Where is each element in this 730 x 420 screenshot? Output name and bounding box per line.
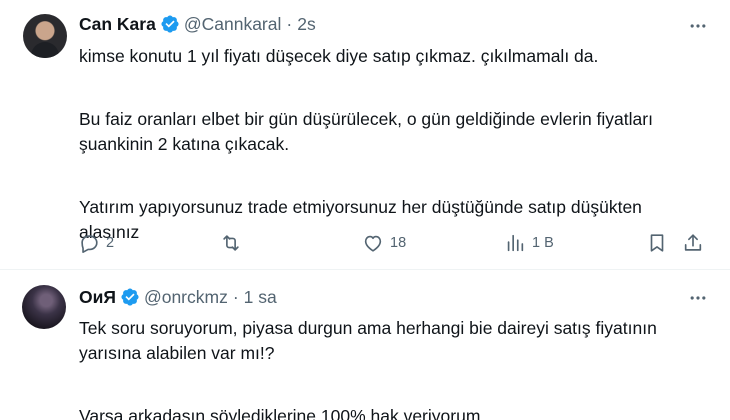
views-button[interactable]: 1 B [504,230,554,256]
tweet-text: kimse konutu 1 yıl fiyatı düşecek diye s… [79,44,709,245]
bookmark-icon [650,234,664,252]
reply-icon [81,235,98,253]
author-handle[interactable]: @Cannkaral [184,14,282,35]
text-line: şuankinin 2 katına çıkacak. [79,134,290,154]
author-handle[interactable]: @onrckmz [144,287,228,308]
like-count: 18 [390,235,407,251]
tweet-header: ОиЯ @onrckmz · 1 sa [79,286,277,308]
like-icon [364,235,382,252]
reply-button[interactable]: 2 [78,230,114,256]
views-count: 1 B [532,235,554,251]
avatar[interactable] [23,14,67,58]
share-icon [684,234,702,251]
timestamp[interactable]: 1 sa [244,287,277,308]
verified-badge-icon [161,15,179,33]
verified-badge-icon [121,288,139,306]
timestamp[interactable]: 2s [297,14,315,35]
text-line: Tek soru soruyorum, piyasa durgun ama he… [79,318,657,338]
more-icon [690,296,706,300]
more-options-button[interactable] [686,14,710,38]
tweet-header: Can Kara @Cannkaral · 2s [79,13,316,35]
author-name[interactable]: ОиЯ [79,287,116,308]
share-button[interactable] [682,230,704,256]
separator-dot: · [286,13,293,34]
retweet-icon [223,235,239,251]
separator-dot: · [232,286,239,307]
avatar[interactable] [22,285,66,329]
text-line: yarısına alabilen var mı!? [79,343,275,363]
more-icon [690,24,706,28]
reply-count: 2 [106,235,115,251]
text-line: Yatırım yapıyorsunuz trade etmiyorsunuz … [79,197,642,217]
more-options-button[interactable] [686,286,710,310]
tweet-can-kara[interactable]: Can Kara @Cannkaral · 2s kimse konutu 1 … [0,0,730,270]
author-name[interactable]: Can Kara [79,14,156,35]
tweet-text: Tek soru soruyorum, piyasa durgun ama he… [79,316,709,420]
text-line: kimse konutu 1 yıl fiyatı düşecek diye s… [79,46,599,66]
tweet-actions-bar: 2 18 1 B [78,230,704,256]
retweet-button[interactable] [220,230,248,256]
text-line: Varsa arkadaşın söylediklerine 100% hak … [79,406,495,420]
like-button[interactable]: 18 [362,230,406,256]
views-icon [507,234,524,252]
bookmark-button[interactable] [646,230,668,256]
text-line: Bu faiz oranları elbet bir gün düşürülec… [79,109,653,129]
